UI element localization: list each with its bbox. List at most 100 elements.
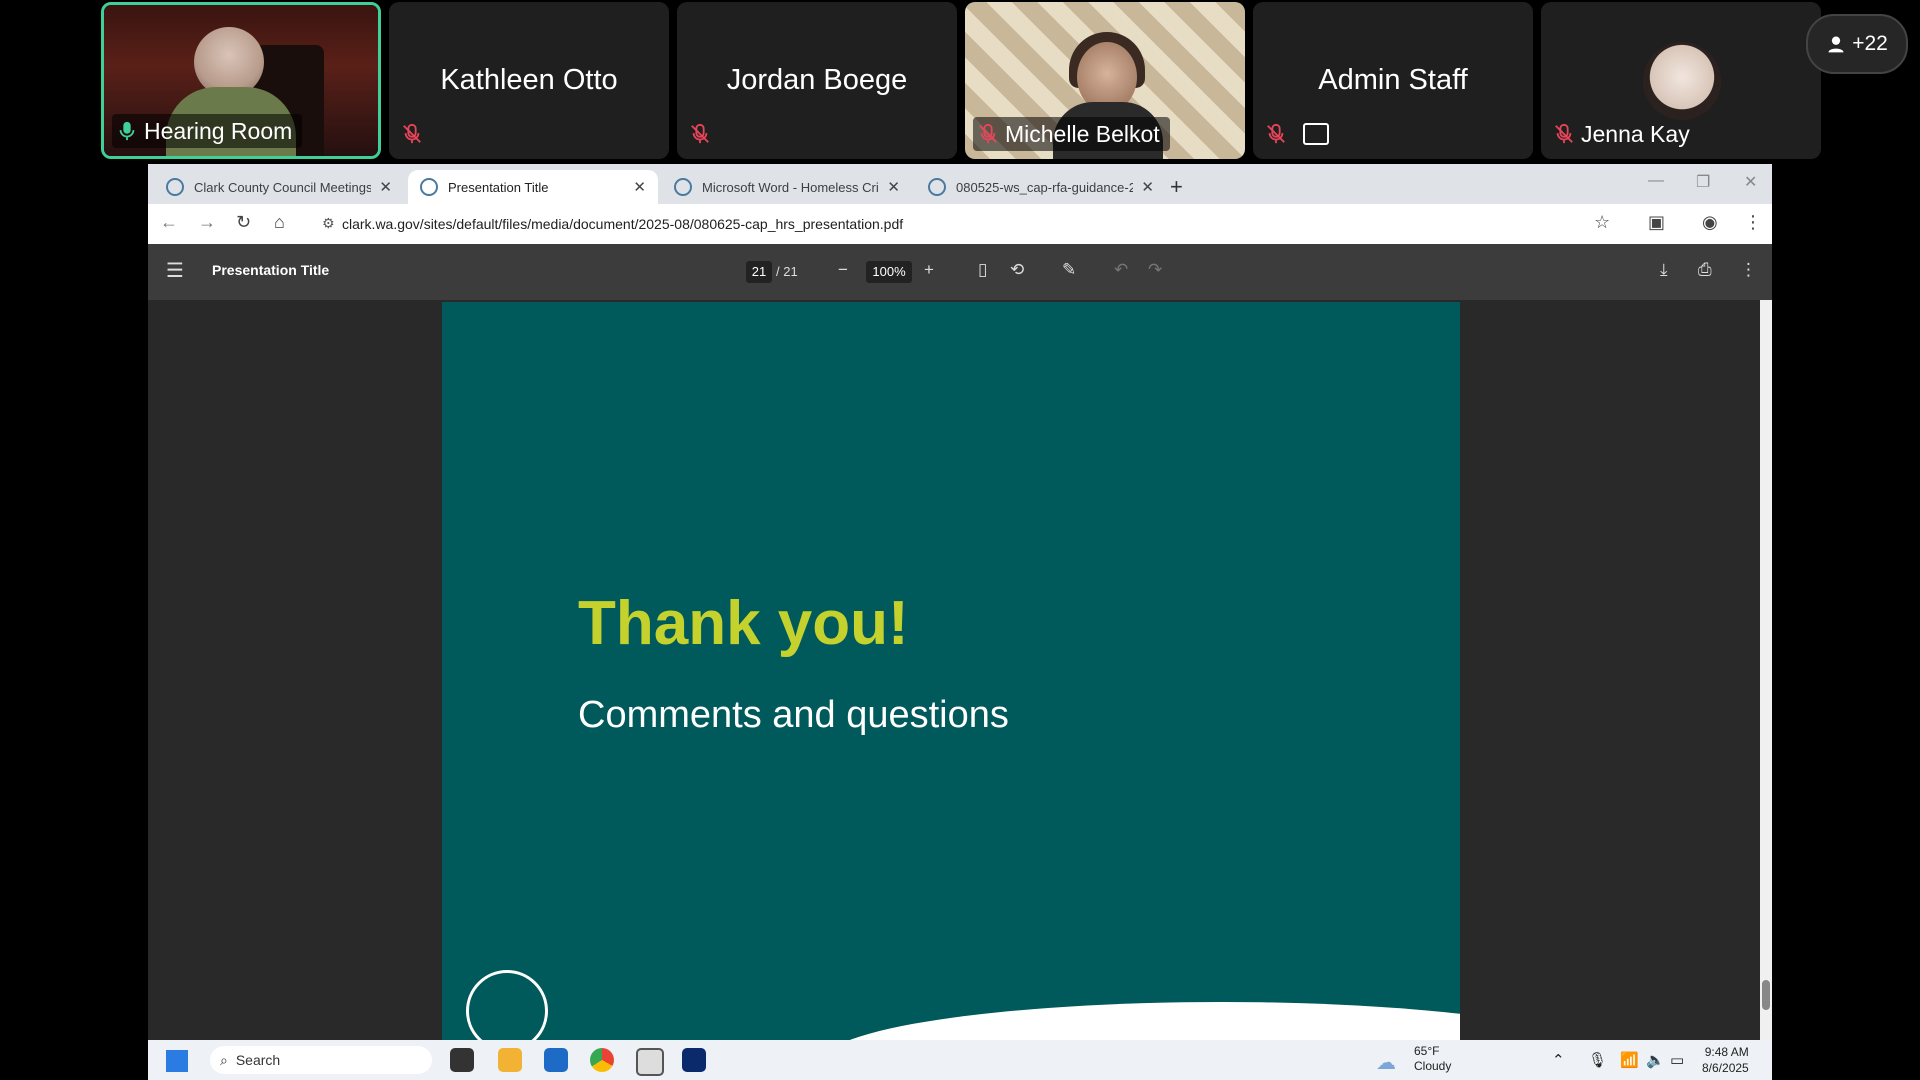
print-icon[interactable]: ⎙ xyxy=(1698,260,1712,280)
wifi-icon[interactable]: 📶 xyxy=(1620,1051,1639,1069)
mic-muted-icon xyxy=(403,123,421,144)
zoom-input[interactable]: 100% xyxy=(866,261,912,283)
undo-icon[interactable]: ↶ xyxy=(1114,260,1128,280)
weather-condition: Cloudy xyxy=(1414,1059,1452,1073)
globe-icon xyxy=(928,178,946,196)
slide-wave-decoration xyxy=(822,1002,1460,1040)
hamburger-menu-icon[interactable]: ☰ xyxy=(166,258,184,283)
participant-name: Michelle Belkot xyxy=(1005,120,1160,147)
scrollbar-thumb[interactable] xyxy=(1762,980,1770,1010)
participant-name: Admin Staff xyxy=(1318,64,1468,96)
site-info-icon[interactable]: ⚙ xyxy=(322,215,335,232)
slide-subheading: Comments and questions xyxy=(578,694,1009,736)
close-tab-icon[interactable]: ✕ xyxy=(887,178,900,196)
participant-tile-admin-staff[interactable]: Admin Staff xyxy=(1253,2,1533,159)
more-participants-count: +22 xyxy=(1852,32,1888,55)
participant-tile-kathleen-otto[interactable]: Kathleen Otto xyxy=(389,2,669,159)
url-text: clark.wa.gov/sites/default/files/media/d… xyxy=(342,216,904,232)
participant-name: Kathleen Otto xyxy=(440,64,618,96)
participant-tile-michelle-belkot[interactable]: Michelle Belkot xyxy=(965,2,1245,159)
tab-cap-rfa-guidance[interactable]: 080525-ws_cap-rfa-guidance-2 ✕ xyxy=(916,170,1166,204)
reading-mode-icon[interactable]: ▣ xyxy=(1648,212,1665,233)
close-tab-icon[interactable]: ✕ xyxy=(379,178,392,196)
participant-tile-hearing-room[interactable]: Hearing Room xyxy=(101,2,381,159)
close-tab-icon[interactable]: ✕ xyxy=(1141,178,1154,196)
participant-name: Hearing Room xyxy=(144,117,293,144)
scrollbar-track[interactable] xyxy=(1760,300,1772,1040)
page-number-input[interactable]: 21 xyxy=(746,261,772,283)
back-button[interactable]: ← xyxy=(160,212,178,233)
fit-page-icon[interactable]: ▯ xyxy=(978,260,987,280)
windows-start-icon[interactable] xyxy=(166,1050,188,1072)
reload-button[interactable]: ↻ xyxy=(236,212,251,233)
participant-label: Michelle Belkot xyxy=(973,117,1170,151)
slide-page: Thank you! Comments and questions xyxy=(442,302,1460,1040)
participant-tile-jenna-kay[interactable]: Jenna Kay xyxy=(1541,2,1821,159)
pdf-more-icon[interactable]: ⋮ xyxy=(1740,260,1757,280)
address-bar: ← → ↻ ⌂ ⚙ clark.wa.gov/sites/default/fil… xyxy=(148,204,1772,244)
close-tab-icon[interactable]: ✕ xyxy=(633,178,646,196)
mic-muted-icon xyxy=(979,123,997,144)
pdf-title: Presentation Title xyxy=(212,262,330,278)
tab-clark-county-council[interactable]: Clark County Council Meetings ✕ xyxy=(154,170,404,204)
mic-muted-icon xyxy=(1267,123,1285,144)
taskbar-search[interactable]: ⌕ Search xyxy=(210,1046,432,1074)
new-tab-button[interactable]: + xyxy=(1170,174,1183,200)
weather-widget[interactable]: 65°F Cloudy xyxy=(1414,1044,1451,1074)
globe-icon xyxy=(420,178,438,196)
tab-bar: Clark County Council Meetings ✕ Presenta… xyxy=(148,164,1772,204)
date: 8/6/2025 xyxy=(1702,1061,1749,1075)
participant-strip: Hearing Room Kathleen Otto Jordan Boege … xyxy=(0,0,1920,162)
maximize-button[interactable]: ❐ xyxy=(1696,172,1710,192)
task-view-icon[interactable] xyxy=(450,1048,474,1072)
participant-tile-jordan-boege[interactable]: Jordan Boege xyxy=(677,2,957,159)
mic-muted-icon xyxy=(1555,123,1573,144)
person-icon xyxy=(1828,36,1844,53)
avatar xyxy=(1643,42,1721,120)
tab-microsoft-word[interactable]: Microsoft Word - Homeless Cri ✕ xyxy=(662,170,912,204)
zoom-in-button[interactable]: + xyxy=(924,260,934,280)
more-participants-button[interactable]: +22 xyxy=(1806,14,1908,74)
county-seal-logo xyxy=(466,970,548,1040)
time: 9:48 AM xyxy=(1704,1045,1749,1059)
clock-app-icon[interactable] xyxy=(636,1048,664,1076)
outlook-icon[interactable] xyxy=(544,1048,568,1072)
volume-icon[interactable]: 🔈 xyxy=(1646,1051,1665,1069)
battery-icon[interactable]: ▭ xyxy=(1670,1051,1684,1069)
draw-icon[interactable]: ✎ xyxy=(1062,260,1076,280)
temperature: 65°F xyxy=(1414,1044,1440,1058)
participant-name: Jenna Kay xyxy=(1581,120,1690,147)
browser-menu-icon[interactable]: ⋮ xyxy=(1744,212,1762,233)
browser-window: Clark County Council Meetings ✕ Presenta… xyxy=(148,164,1772,1080)
pdf-toolbar: ☰ Presentation Title 21 / 21 − 100% + ▯ … xyxy=(148,244,1772,300)
taskbar: ⌕ Search ☁ 65°F Cloudy ⌃ 🎙 📶 🔈 ▭ 9:48 AM… xyxy=(148,1040,1772,1080)
system-clock[interactable]: 9:48 AM 8/6/2025 xyxy=(1702,1044,1749,1076)
mic-on-icon xyxy=(119,121,135,141)
profile-icon[interactable]: ◉ xyxy=(1702,212,1718,233)
search-icon: ⌕ xyxy=(220,1051,228,1068)
pdf-viewport[interactable]: Thank you! Comments and questions xyxy=(148,300,1772,1040)
zoom-out-button[interactable]: − xyxy=(838,260,848,280)
rotate-icon[interactable]: ⟲ xyxy=(1010,260,1024,280)
page-total: / 21 xyxy=(776,264,798,279)
bookmark-star-icon[interactable]: ☆ xyxy=(1594,212,1610,233)
mic-muted-tray-icon[interactable]: 🎙 xyxy=(1588,1051,1607,1069)
tab-presentation-title[interactable]: Presentation Title ✕ xyxy=(408,170,658,204)
webex-icon[interactable] xyxy=(682,1048,706,1072)
minimize-button[interactable]: — xyxy=(1648,172,1664,190)
close-window-button[interactable]: ✕ xyxy=(1744,172,1757,192)
url-field[interactable]: ⚙ clark.wa.gov/sites/default/files/media… xyxy=(316,208,1742,240)
download-icon[interactable]: ⤓ xyxy=(1660,260,1668,280)
chrome-icon[interactable] xyxy=(590,1048,614,1072)
cloud-icon: ☁ xyxy=(1376,1052,1396,1074)
participant-name: Jordan Boege xyxy=(726,64,908,96)
globe-icon xyxy=(674,178,692,196)
forward-button[interactable]: → xyxy=(198,212,216,233)
screen-share-icon xyxy=(1303,123,1329,145)
participant-label: Hearing Room xyxy=(112,114,303,148)
chevron-up-icon[interactable]: ⌃ xyxy=(1552,1051,1565,1069)
globe-icon xyxy=(166,178,184,196)
home-button[interactable]: ⌂ xyxy=(274,212,285,233)
redo-icon[interactable]: ↷ xyxy=(1148,260,1162,280)
file-explorer-icon[interactable] xyxy=(498,1048,522,1072)
